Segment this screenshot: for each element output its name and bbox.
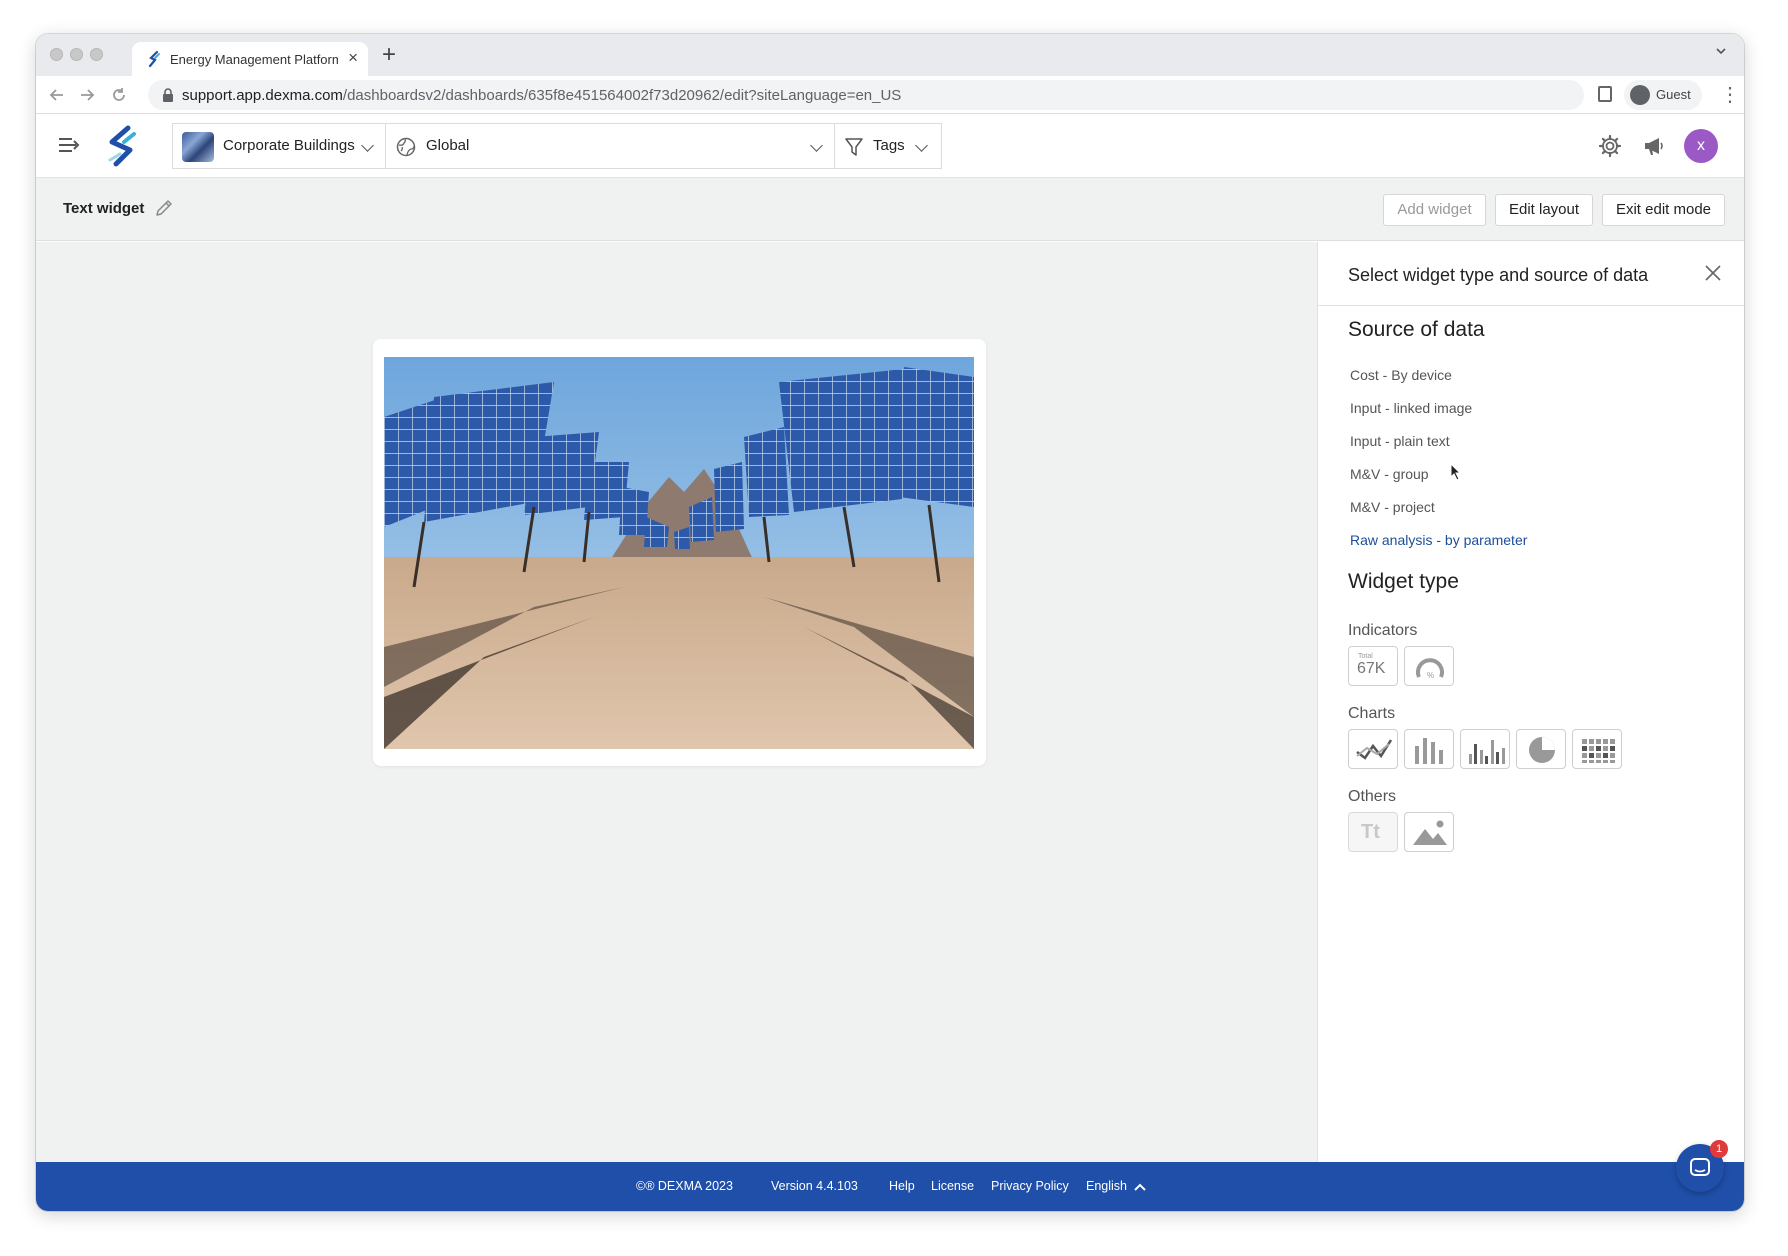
line-chart-widget-button[interactable] (1348, 729, 1398, 769)
chevron-down-icon (361, 139, 374, 152)
source-item-cost-by-device[interactable]: Cost - By device (1350, 367, 1452, 383)
gauge-icon (1416, 658, 1444, 678)
source-item-input-linked-image[interactable]: Input - linked image (1350, 400, 1472, 416)
pie-chart-icon (1529, 737, 1555, 763)
chevron-down-icon (810, 139, 823, 152)
solar-farm-image (384, 357, 974, 749)
lock-icon (163, 88, 173, 102)
browser-tab[interactable]: Energy Management Platform × (132, 42, 368, 76)
back-arrow-icon[interactable] (48, 86, 66, 104)
pencil-edit-icon[interactable] (154, 198, 174, 218)
browser-window: Energy Management Platform × + support.a… (36, 34, 1744, 1211)
settings-gear-icon[interactable] (1598, 134, 1622, 158)
dashboard-canvas (36, 242, 1317, 1162)
footer-privacy-link[interactable]: Privacy Policy (991, 1179, 1069, 1193)
text-widget-button[interactable]: Tt (1348, 812, 1398, 852)
app-footer: ©® DEXMA 2023 Version 4.4.103 Help Licen… (36, 1162, 1744, 1211)
charts-label: Charts (1348, 705, 1396, 722)
kpi-small-text: Total (1358, 653, 1373, 660)
profile-button[interactable]: Guest (1624, 80, 1702, 110)
building-selector-label: Corporate Buildings (223, 137, 355, 154)
dashboard-edit-bar: Text widget Add widget Edit layout Exit … (36, 178, 1744, 241)
bar-chart-icon (1415, 738, 1443, 764)
image-widget-button[interactable] (1404, 812, 1454, 852)
dexma-logo-icon[interactable] (100, 124, 144, 168)
stacked-bar-chart-icon (1469, 740, 1505, 764)
tags-filter-label: Tags (873, 137, 905, 154)
widget-title: Text widget (63, 200, 145, 217)
close-window-dot[interactable] (50, 48, 63, 61)
reload-icon[interactable] (110, 86, 128, 104)
chevron-up-icon[interactable] (1134, 1182, 1146, 1192)
source-item-mv-project[interactable]: M&V - project (1350, 499, 1435, 515)
tags-filter[interactable]: Tags (834, 123, 942, 169)
gauge-percent-text: % (1427, 671, 1435, 680)
bar-chart-widget-button[interactable] (1404, 729, 1454, 769)
source-item-input-plain-text[interactable]: Input - plain text (1350, 433, 1450, 449)
tab-close-icon[interactable]: × (348, 48, 358, 68)
chevron-down-icon (915, 139, 928, 152)
new-tab-button[interactable]: + (382, 41, 396, 69)
tab-strip: Energy Management Platform × + (36, 34, 1744, 76)
tab-title: Energy Management Platform (170, 52, 338, 67)
building-selector[interactable]: Corporate Buildings (172, 123, 386, 169)
indicators-label: Indicators (1348, 622, 1418, 639)
widget-type-heading: Widget type (1348, 570, 1459, 593)
source-item-raw-analysis[interactable]: Raw analysis - by parameter (1350, 532, 1527, 548)
filter-icon (845, 138, 863, 156)
heatmap-icon (1582, 739, 1615, 763)
text-widget-glyph: Tt (1361, 821, 1380, 843)
url-host: support.app.dexma.com (182, 87, 343, 104)
chat-bubble-icon (1690, 1158, 1710, 1176)
others-label: Others (1348, 788, 1397, 805)
pie-chart-widget-button[interactable] (1516, 729, 1566, 769)
panel-title: Select widget type and source of data (1348, 265, 1649, 285)
browser-toolbar: support.app.dexma.com/dashboardsv2/dashb… (36, 76, 1744, 114)
dexma-favicon-icon (148, 50, 160, 68)
zoom-window-dot[interactable] (90, 48, 103, 61)
line-chart-icon (1356, 739, 1393, 760)
tab-search-chevron-icon[interactable] (1714, 44, 1728, 58)
panel-header: Select widget type and source of data (1318, 242, 1744, 306)
widget-config-panel: Select widget type and source of data So… (1317, 242, 1744, 1162)
address-bar[interactable]: support.app.dexma.com/dashboardsv2/dashb… (148, 80, 1584, 110)
chat-notification-badge: 1 (1710, 1140, 1728, 1158)
image-mountain-icon (1413, 820, 1447, 845)
building-thumbnail (182, 132, 214, 162)
close-icon[interactable] (1704, 264, 1722, 282)
profile-label: Guest (1656, 87, 1691, 102)
app-header: Corporate Buildings Global Tags x (36, 114, 1744, 178)
source-of-data-heading: Source of data (1348, 318, 1485, 341)
source-item-mv-group[interactable]: M&V - group (1350, 466, 1429, 482)
user-avatar[interactable]: x (1684, 129, 1718, 163)
footer-language-selector[interactable]: English (1086, 1179, 1127, 1193)
menu-toggle-icon[interactable] (58, 136, 80, 154)
kpi-value-text: 67K (1357, 660, 1386, 677)
globe-icon (396, 137, 416, 157)
edit-layout-button[interactable]: Edit layout (1495, 194, 1593, 226)
url-path: /dashboardsv2/dashboards/635f8e451564002… (342, 87, 902, 104)
kpi-indicator-widget-button[interactable]: Total 67K (1348, 646, 1398, 686)
stacked-bar-chart-widget-button[interactable] (1460, 729, 1510, 769)
megaphone-icon[interactable] (1642, 134, 1666, 158)
footer-license-link[interactable]: License (931, 1179, 974, 1193)
forward-arrow-icon[interactable] (78, 86, 96, 104)
mouse-cursor-icon (1450, 463, 1462, 481)
add-widget-button[interactable]: Add widget (1383, 194, 1486, 226)
gauge-widget-button[interactable]: % (1404, 646, 1454, 686)
chat-launcher-button[interactable]: 1 (1676, 1140, 1728, 1192)
minimize-window-dot[interactable] (70, 48, 83, 61)
exit-edit-mode-button[interactable]: Exit edit mode (1602, 194, 1725, 226)
profile-avatar-icon (1630, 85, 1650, 105)
footer-copyright: ©® DEXMA 2023 (636, 1179, 733, 1193)
side-panel-icon[interactable] (1598, 86, 1612, 102)
image-widget-card[interactable] (373, 339, 986, 766)
scope-selector-label: Global (426, 137, 470, 154)
url-text: support.app.dexma.com/dashboardsv2/dashb… (182, 87, 901, 104)
footer-help-link[interactable]: Help (889, 1179, 915, 1193)
browser-menu-icon[interactable]: ⋮ (1720, 82, 1740, 107)
footer-version: Version 4.4.103 (771, 1179, 858, 1193)
scope-selector[interactable]: Global (385, 123, 835, 169)
heatmap-widget-button[interactable] (1572, 729, 1622, 769)
